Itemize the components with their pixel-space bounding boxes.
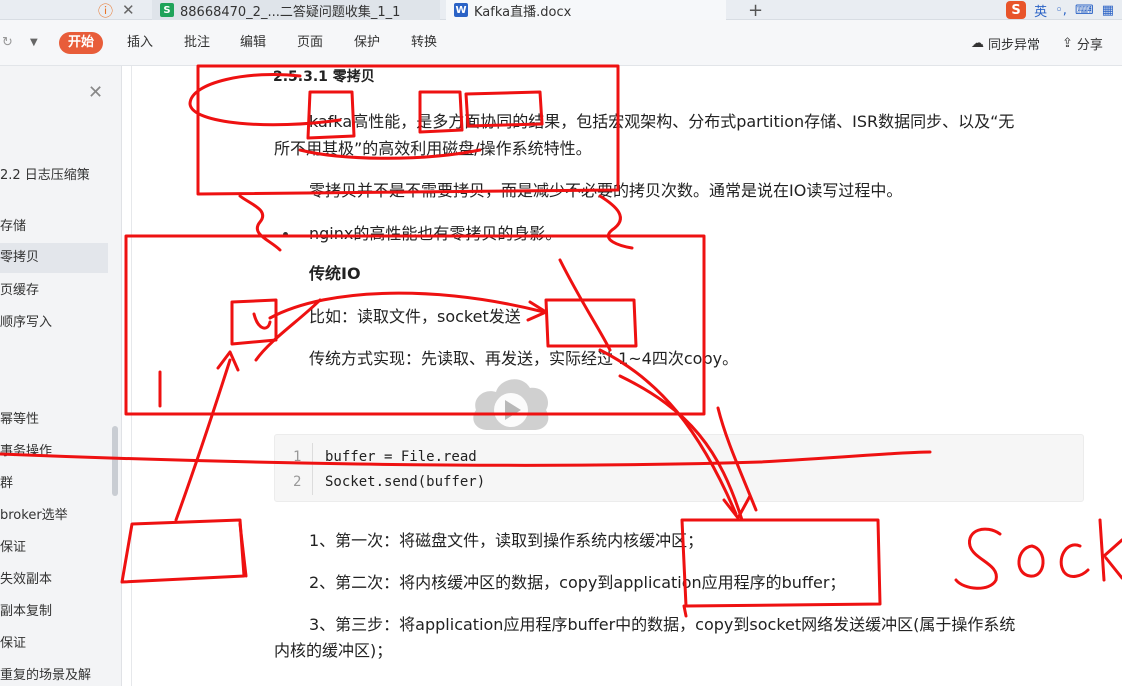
code-block[interactable]: 1 buffer = File.read 2 Socket.send(buffe… [274,434,1084,502]
toc-item[interactable]: 事务操作 [0,437,108,467]
toc-item[interactable]: 副本复制 [0,597,108,627]
tab-document-2[interactable]: W Kafka直播.docx [446,0,726,20]
toc-item[interactable]: 页缓存 [0,276,108,306]
cloud-icon: ☁ [971,35,984,51]
bullet-item: nginx的高性能也有零拷贝的身影。 [309,224,562,243]
menu-comment[interactable]: 批注 [184,33,210,53]
toc-item-selected[interactable]: 零拷贝 [0,243,108,273]
close-panel-icon[interactable]: ✕ [88,82,103,103]
menu-edit[interactable]: 编辑 [240,33,266,53]
paragraph-line: 所不用其极”的高效利用磁盘/操作系统特性。 [274,139,592,158]
line-number: 2 [293,474,302,490]
section-heading: 2.5.3.1 零拷贝 [273,69,375,85]
menu-convert[interactable]: 转换 [411,33,437,53]
sheet-icon: S [160,3,174,17]
menu-bar: ↻ ▼ 开始 插入 批注 编辑 页面 保护 转换 ☁ 同步异常 ⇪ 分享 [0,20,1122,66]
menu-insert[interactable]: 插入 [127,33,153,53]
ime-toolbar: S 英 ◦, ⌨ ▦ [1006,0,1114,20]
sync-status-button[interactable]: ☁ 同步异常 [971,33,1040,53]
video-play-icon[interactable] [470,372,552,434]
code-text: buffer = File.read [325,449,477,465]
tab-label: 88668470_2_...二答疑问题收集_1_1 [180,4,401,20]
start-tab[interactable]: 开始 [59,32,104,54]
chevron-down-icon[interactable]: ▼ [30,33,38,53]
redo-icon[interactable]: ↻ [2,33,13,53]
paragraph: 2、第二次：将内核缓冲区的数据，copy到application应用程序的buf… [309,573,846,592]
paragraph-line: 3、第三步：将application应用程序buffer中的数据，copy到so… [309,615,1016,634]
toc-item[interactable]: 幂等性 [0,405,108,435]
punctuation-icon[interactable]: ◦, [1055,3,1067,18]
toc-item[interactable]: broker选举 [0,501,108,531]
word-icon: W [454,3,468,17]
paragraph: 比如：读取文件，socket发送 [309,307,521,326]
toc-item[interactable]: 群 [0,469,108,499]
code-line: 2 Socket.send(buffer) [275,470,1085,494]
code-text: Socket.send(buffer) [325,474,486,490]
bullet-dot [283,232,288,237]
code-line: 1 buffer = File.read [275,445,1085,469]
warning-icon[interactable]: ⓘ [98,0,113,20]
toc-item[interactable]: 重复的场景及解 [0,661,108,686]
sidebar-scrollbar[interactable] [112,426,118,496]
sub-heading: 传统IO [309,264,361,283]
add-tab-button[interactable]: + [748,0,763,21]
skin-icon[interactable]: ▦ [1102,3,1114,18]
ime-language[interactable]: 英 [1034,1,1047,20]
outline-panel: ✕ 2.2 日志压缩策 存储 零拷贝 页缓存 顺序写入 幂等性 事务操作 群 b… [0,66,122,686]
menu-protect[interactable]: 保护 [354,33,380,53]
tab-bar: ⓘ ✕ S 88668470_2_...二答疑问题收集_1_1 W Kafka直… [0,0,1122,21]
keyboard-icon[interactable]: ⌨ [1075,3,1094,18]
paragraph-line: 内核的缓冲区)； [274,641,393,660]
paragraph: 1、第一次：将磁盘文件，读取到操作系统内核缓冲区； [309,531,704,550]
toc-item[interactable]: 失效副本 [0,565,108,595]
close-icon[interactable]: ✕ [122,0,135,20]
paragraph-line: kafka高性能，是多方面协同的结果，包括宏观架构、分布式partition存储… [309,112,1015,131]
share-icon: ⇪ [1062,35,1073,51]
sync-label: 同步异常 [988,37,1041,53]
tab-label: Kafka直播.docx [474,4,572,20]
toc-item[interactable]: 保证 [0,629,108,659]
share-button[interactable]: ⇪ 分享 [1062,33,1103,53]
menu-page[interactable]: 页面 [297,33,323,53]
toc-item[interactable]: 2.2 日志压缩策 [0,161,108,191]
tab-document-1[interactable]: S 88668470_2_...二答疑问题收集_1_1 [152,0,440,20]
line-number: 1 [293,449,302,465]
paragraph: 零拷贝并不是不需要拷贝，而是减少不必要的拷贝次数。通常是说在IO读写过程中。 [309,181,903,200]
paragraph: 传统方式实现：先读取、再发送，实际经过 1~4四次copy。 [309,349,739,368]
toc-item[interactable]: 顺序写入 [0,308,108,338]
toc-item[interactable]: 存储 [0,212,108,242]
share-label: 分享 [1076,37,1103,53]
sogou-icon[interactable]: S [1006,1,1027,19]
toc-item[interactable]: 保证 [0,533,108,563]
